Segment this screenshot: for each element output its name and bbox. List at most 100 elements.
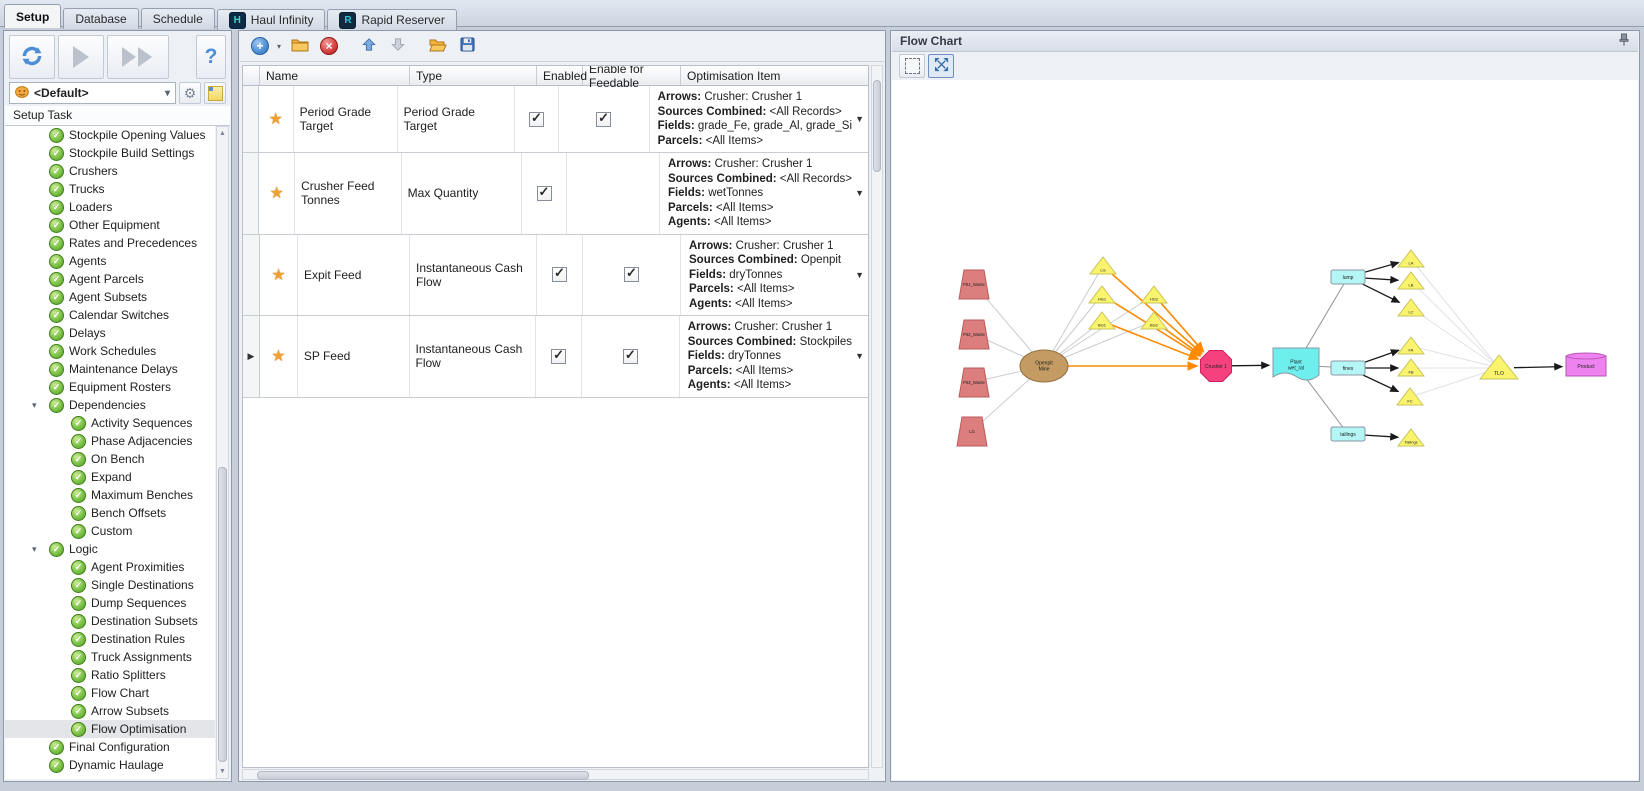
table-row-period-grade-target[interactable]: ★Period Grade TargetPeriod Grade TargetA… (243, 86, 868, 153)
tree-item-expand[interactable]: ✓Expand (5, 468, 215, 486)
dropdown-icon[interactable]: ▼ (855, 188, 864, 198)
column-header-name[interactable]: Name (260, 66, 410, 85)
tree-item-truck-assignments[interactable]: ✓Truck Assignments (5, 648, 215, 666)
name-cell[interactable]: SP Feed (298, 316, 410, 397)
column-header-type[interactable]: Type (410, 66, 537, 85)
favourite-cell[interactable]: ★ (259, 153, 295, 234)
tree-item-flow-chart[interactable]: ✓Flow Chart (5, 684, 215, 702)
type-cell[interactable]: Instantaneous Cash Flow (410, 235, 537, 316)
tree-item-other-equipment[interactable]: ✓Other Equipment (5, 216, 215, 234)
tree-item-maintenance-delays[interactable]: ✓Maintenance Delays (5, 360, 215, 378)
tree-item-agents[interactable]: ✓Agents (5, 252, 215, 270)
import-button[interactable] (425, 34, 451, 58)
tree-item-loaders[interactable]: ✓Loaders (5, 198, 215, 216)
tree-scrollbar-thumb[interactable] (218, 467, 227, 762)
tree-item-logic[interactable]: ▾✓Logic (5, 540, 215, 558)
move-up-button[interactable] (356, 34, 382, 58)
name-cell[interactable]: Period Grade Target (294, 86, 398, 152)
delete-button[interactable]: × (316, 34, 342, 58)
column-header-optimisation-item[interactable]: Optimisation Item (681, 66, 868, 85)
tree-item-trucks[interactable]: ✓Trucks (5, 180, 215, 198)
tree-item-maximum-benches[interactable]: ✓Maximum Benches (5, 486, 215, 504)
feedable-checkbox[interactable] (596, 112, 611, 127)
tree-item-calendar-switches[interactable]: ✓Calendar Switches (5, 306, 215, 324)
table-row-crusher-feed-tonnes[interactable]: ★Crusher Feed TonnesMax Quantity Arrows: … (243, 153, 868, 235)
expander-icon[interactable]: ▾ (32, 400, 37, 411)
pushpin-icon[interactable] (1618, 33, 1630, 49)
enabled-checkbox[interactable] (552, 267, 567, 282)
dropdown-icon[interactable]: ▼ (855, 351, 864, 361)
column-header-enable-for-feedable[interactable]: Enable for Feedable (583, 66, 681, 85)
flow-chart-canvas[interactable]: Pit1_WastePit2_WastePit3_WasteLGOpenpitM… (892, 80, 1638, 780)
table-row-expit-feed[interactable]: ★Expit FeedInstantaneous Cash Flow Arrows… (243, 235, 868, 317)
column-header-enabled[interactable]: Enabled (537, 66, 583, 85)
optimisation-item-cell[interactable]: Arrows: Crusher: Crusher 1Sources Combin… (680, 316, 868, 397)
optimisation-item-cell[interactable]: Arrows: Crusher: Crusher 1Sources Combin… (660, 153, 868, 234)
favourite-cell[interactable]: ★ (260, 316, 298, 397)
tree-item-agent-proximities[interactable]: ✓Agent Proximities (5, 558, 215, 576)
scenario-settings-button[interactable]: ⚙ (179, 82, 201, 104)
tree-item-rates-and-precedences[interactable]: ✓Rates and Precedences (5, 234, 215, 252)
type-cell[interactable]: Period Grade Target (398, 86, 516, 152)
table-horizontal-scrollbar[interactable] (242, 769, 869, 780)
tree-item-dependencies[interactable]: ▾✓Dependencies (5, 396, 215, 414)
name-cell[interactable]: Crusher Feed Tonnes (295, 153, 402, 234)
tab-haul-infinity[interactable]: HHaul Infinity (217, 9, 326, 30)
tree-item-final-configuration[interactable]: ✓Final Configuration (5, 738, 215, 756)
name-cell[interactable]: Expit Feed (298, 235, 410, 316)
tree-item-arrow-subsets[interactable]: ✓Arrow Subsets (5, 702, 215, 720)
tree-item-equipment-rosters[interactable]: ✓Equipment Rosters (5, 378, 215, 396)
tree-item-destination-subsets[interactable]: ✓Destination Subsets (5, 612, 215, 630)
optimisation-item-cell[interactable]: Arrows: Crusher: Crusher 1Sources Combin… (650, 86, 868, 152)
enabled-checkbox[interactable] (551, 349, 566, 364)
tab-schedule[interactable]: Schedule (141, 8, 215, 29)
type-cell[interactable]: Instantaneous Cash Flow (410, 316, 537, 397)
tree-item-bench-offsets[interactable]: ✓Bench Offsets (5, 504, 215, 522)
run-button[interactable] (58, 35, 104, 79)
tree-item-single-destinations[interactable]: ✓Single Destinations (5, 576, 215, 594)
tree-item-flow-optimisation[interactable]: ✓Flow Optimisation (5, 720, 215, 738)
favourite-cell[interactable]: ★ (260, 235, 298, 316)
tree-item-stockpile-build-settings[interactable]: ✓Stockpile Build Settings (5, 144, 215, 162)
expander-icon[interactable]: ▾ (32, 544, 37, 555)
notes-button[interactable] (204, 82, 226, 104)
marquee-select-button[interactable] (899, 54, 925, 78)
table-vscroll-thumb[interactable] (873, 80, 881, 172)
edit-button[interactable] (287, 34, 313, 58)
tree-item-destination-rules[interactable]: ✓Destination Rules (5, 630, 215, 648)
tab-setup[interactable]: Setup (4, 4, 61, 28)
feedable-checkbox[interactable] (623, 349, 638, 364)
optimisation-item-cell[interactable]: Arrows: Crusher: Crusher 1Sources Combin… (681, 235, 868, 316)
tree-item-work-schedules[interactable]: ✓Work Schedules (5, 342, 215, 360)
tree-item-dump-sequences[interactable]: ✓Dump Sequences (5, 594, 215, 612)
save-button[interactable] (454, 34, 480, 58)
tree-item-phase-adjacencies[interactable]: ✓Phase Adjacencies (5, 432, 215, 450)
favourite-cell[interactable]: ★ (259, 86, 294, 152)
tab-rapid-reserver[interactable]: RRapid Reserver (327, 9, 456, 30)
table-row-sp-feed[interactable]: ▶★SP FeedInstantaneous Cash FlowArrows: … (243, 316, 868, 398)
tree-item-crushers[interactable]: ✓Crushers (5, 162, 215, 180)
tree-item-agent-subsets[interactable]: ✓Agent Subsets (5, 288, 215, 306)
tab-database[interactable]: Database (63, 8, 138, 29)
tree-item-dynamic-haulage[interactable]: ✓Dynamic Haulage (5, 756, 215, 774)
tree-item-delays[interactable]: ✓Delays (5, 324, 215, 342)
scroll-down-icon[interactable]: ▼ (217, 765, 228, 778)
zoom-fit-button[interactable] (928, 54, 954, 78)
scenario-dropdown[interactable]: <Default> ▾ (9, 82, 176, 104)
help-button[interactable]: ? (196, 35, 226, 79)
dropdown-icon[interactable]: ▼ (855, 270, 864, 280)
type-cell[interactable]: Max Quantity (402, 153, 523, 234)
scroll-up-icon[interactable]: ▲ (217, 127, 228, 140)
table-hscroll-thumb[interactable] (257, 771, 589, 780)
tree-item-ratio-splitters[interactable]: ✓Ratio Splitters (5, 666, 215, 684)
tree-scrollbar[interactable]: ▲ ▼ (216, 126, 229, 779)
run-all-button[interactable] (107, 35, 169, 79)
dropdown-icon[interactable]: ▼ (855, 114, 864, 124)
tree-item-activity-sequences[interactable]: ✓Activity Sequences (5, 414, 215, 432)
tree-item-stockpile-opening-values[interactable]: ✓Stockpile Opening Values (5, 126, 215, 144)
add-button[interactable]: + ▾ (248, 34, 284, 58)
tree-item-on-bench[interactable]: ✓On Bench (5, 450, 215, 468)
move-down-button[interactable] (385, 34, 411, 58)
tree-item-custom[interactable]: ✓Custom (5, 522, 215, 540)
tree-item-agent-parcels[interactable]: ✓Agent Parcels (5, 270, 215, 288)
